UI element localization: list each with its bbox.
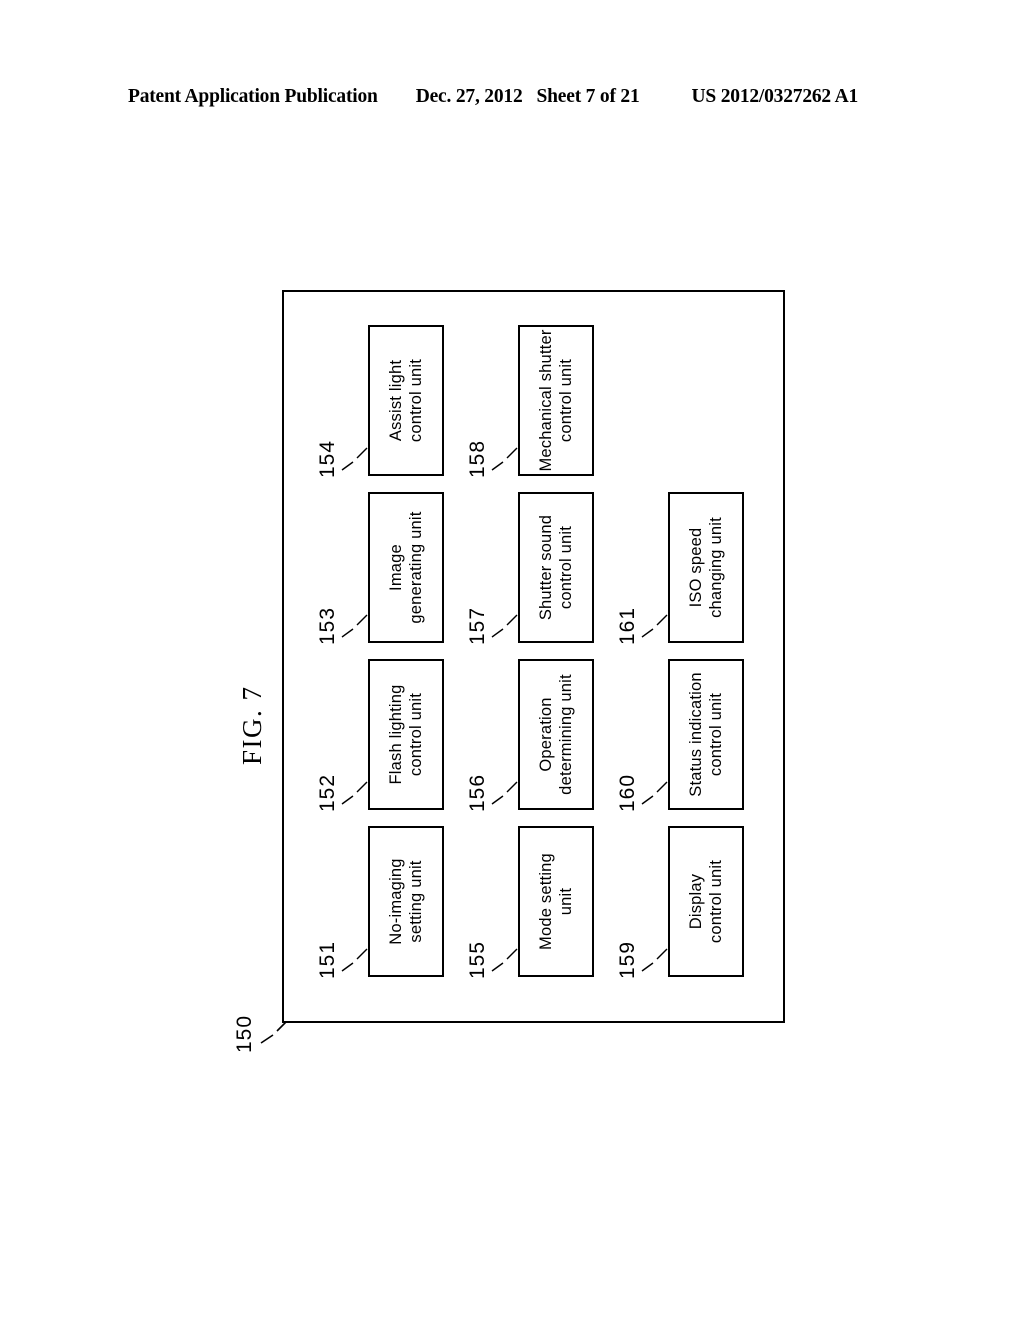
unit-block-151-line1: No-imaging [386,858,405,945]
page-header: Patent Application Publication Dec. 27, … [128,86,896,108]
header-date: Dec. 27, 2012 [415,86,523,107]
unit-block-151: No-imaging setting unit [368,826,444,977]
unit-block-156: Operation determining unit [518,659,594,810]
unit-block-158: Mechanical shutter control unit [518,325,594,476]
figure-caption: FIG. 7 [237,685,267,765]
reference-numeral-161: 161 [616,571,668,645]
leader-line-153-icon [341,614,368,638]
header-sheet-number: Sheet 7 of 21 [536,86,640,107]
unit-block-152: Flash lighting control unit [368,659,444,810]
unit-block-157: Shutter sound control unit [518,492,594,643]
unit-block-161: ISO speed changing unit [668,492,744,643]
unit-row-2: 155 Mode setting unit 156 Operation dete… [466,292,622,1021]
leader-line-151-icon [341,948,368,972]
unit-block-153: Image generating unit [368,492,444,643]
leader-line-156-icon [491,781,518,805]
reference-numeral-151: 151 [316,905,368,979]
unit-block-157-line1: Shutter sound [536,514,555,621]
leader-line-159-icon [641,948,668,972]
unit-block-153-line2: generating unit [407,511,425,624]
unit-block-151-line2: setting unit [407,860,425,943]
unit-block-157-line2: control unit [557,525,575,610]
header-publication-title: Patent Application Publication [128,86,378,107]
reference-numeral-158: 158 [466,404,518,478]
unit-block-159: Display control unit [668,826,744,977]
unit-block-161-line2: changing unit [707,517,725,618]
unit-block-158-line2: control unit [557,358,575,443]
unit-block-155: Mode setting unit [518,826,594,977]
unit-row-1: 151 No-imaging setting unit 152 Flash li… [316,292,472,1021]
leader-line-161-icon [641,614,668,638]
unit-block-155-line1: Mode setting [536,853,555,950]
leader-line-152-icon [341,781,368,805]
unit-block-159-line2: control unit [707,859,725,944]
unit-block-160-line1: Status indication [686,672,705,797]
unit-row-3: 159 Display control unit 160 Status indi… [616,292,772,1021]
unit-block-155-line2: unit [557,887,575,916]
control-unit-block-150: 151 No-imaging setting unit 152 Flash li… [282,290,785,1023]
reference-numeral-152: 152 [316,738,368,812]
reference-numeral-155: 155 [466,905,518,979]
leader-line-155-icon [491,948,518,972]
unit-block-154: Assist light control unit [368,325,444,476]
reference-numeral-154: 154 [316,404,368,478]
unit-block-156-line1: Operation [536,697,555,772]
unit-block-154-line2: control unit [407,358,425,443]
unit-block-160: Status indication control unit [668,659,744,810]
header-patent-number: US 2012/0327262 A1 [691,86,859,107]
reference-numeral-160: 160 [616,738,668,812]
figure-7: FIG. 7 150 151 No-imaging setting unit 1… [227,265,797,1055]
leader-line-157-icon [491,614,518,638]
reference-numeral-159: 159 [616,905,668,979]
unit-block-156-line2: determining unit [557,674,575,795]
unit-block-152-line2: control unit [407,692,425,777]
unit-block-161-line1: ISO speed [686,527,705,608]
unit-block-152-line1: Flash lighting [386,684,405,785]
unit-block-160-line2: control unit [707,692,725,777]
unit-block-154-line1: Assist light [386,359,405,442]
leader-line-160-icon [641,781,668,805]
unit-block-158-line1: Mechanical shutter [536,329,555,472]
reference-numeral-153: 153 [316,571,368,645]
unit-block-153-line1: Image [386,544,405,591]
reference-numeral-157: 157 [466,571,518,645]
leader-line-158-icon [491,447,518,471]
unit-block-159-line1: Display [686,873,705,930]
reference-numeral-156: 156 [466,738,518,812]
leader-line-154-icon [341,447,368,471]
